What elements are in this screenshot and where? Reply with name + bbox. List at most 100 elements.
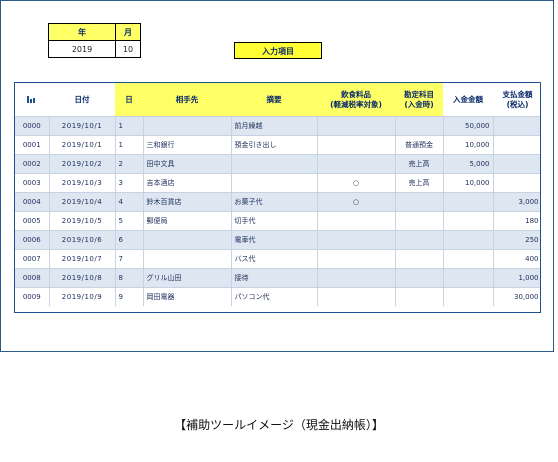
row-food-mark[interactable] xyxy=(317,154,396,174)
row-partner[interactable]: 吉本酒店 xyxy=(143,173,232,193)
row-food-mark[interactable] xyxy=(317,135,396,155)
row-no[interactable]: 0006 xyxy=(15,230,50,250)
row-summary[interactable] xyxy=(231,154,318,174)
no-column-header[interactable] xyxy=(15,83,49,117)
row-account[interactable]: 売上高 xyxy=(395,173,444,193)
row-date[interactable]: 2019/10/6 xyxy=(49,230,116,250)
row-summary[interactable]: 切手代 xyxy=(231,211,318,231)
month-input[interactable]: 10 xyxy=(115,40,141,58)
row-no[interactable]: 0007 xyxy=(15,249,50,269)
row-day[interactable]: 9 xyxy=(115,287,144,306)
year-input[interactable]: 2019 xyxy=(48,40,116,58)
row-deposit[interactable]: 50,000 xyxy=(443,116,494,136)
row-deposit[interactable] xyxy=(443,287,494,306)
row-day[interactable]: 5 xyxy=(115,211,144,231)
row-summary[interactable]: 預金引き出し xyxy=(231,135,318,155)
row-no[interactable]: 0000 xyxy=(15,116,50,136)
row-no[interactable]: 0004 xyxy=(15,192,50,212)
row-date[interactable]: 2019/10/5 xyxy=(49,211,116,231)
row-date[interactable]: 2019/10/1 xyxy=(49,116,116,136)
row-deposit[interactable] xyxy=(443,268,494,288)
row-date[interactable]: 2019/10/8 xyxy=(49,268,116,288)
row-deposit[interactable]: 10,000 xyxy=(443,135,494,155)
row-day[interactable]: 1 xyxy=(115,116,144,136)
row-payment[interactable]: 250 xyxy=(493,230,540,250)
table-row[interactable]: 0003 2019/10/3 3 吉本酒店 ○ 売上高 10,000 xyxy=(15,173,540,193)
row-food-mark[interactable]: ○ xyxy=(317,173,396,193)
row-deposit[interactable]: 10,000 xyxy=(443,173,494,193)
table-row[interactable]: 0004 2019/10/4 4 鈴木百貨店 お菓子代 ○ 3,000 xyxy=(15,192,540,212)
row-account[interactable] xyxy=(395,116,444,136)
row-date[interactable]: 2019/10/7 xyxy=(49,249,116,269)
row-partner[interactable] xyxy=(143,116,232,136)
row-payment[interactable]: 1,000 xyxy=(493,268,540,288)
row-food-mark[interactable] xyxy=(317,211,396,231)
row-summary[interactable]: お菓子代 xyxy=(231,192,318,212)
row-partner[interactable]: 三和銀行 xyxy=(143,135,232,155)
row-no[interactable]: 0005 xyxy=(15,211,50,231)
row-payment[interactable]: 400 xyxy=(493,249,540,269)
row-summary[interactable]: パソコン代 xyxy=(231,287,318,306)
row-account[interactable] xyxy=(395,211,444,231)
row-payment[interactable] xyxy=(493,135,540,155)
row-date[interactable]: 2019/10/4 xyxy=(49,192,116,212)
row-payment[interactable]: 3,000 xyxy=(493,192,540,212)
row-account[interactable] xyxy=(395,192,444,212)
row-deposit[interactable] xyxy=(443,230,494,250)
row-summary[interactable]: 電車代 xyxy=(231,230,318,250)
row-partner[interactable]: 郵便局 xyxy=(143,211,232,231)
row-day[interactable]: 4 xyxy=(115,192,144,212)
row-account[interactable]: 普通預金 xyxy=(395,135,444,155)
row-no[interactable]: 0003 xyxy=(15,173,50,193)
row-partner[interactable]: 田中文具 xyxy=(143,154,232,174)
table-row[interactable]: 0008 2019/10/8 8 グリル山田 接待 1,000 xyxy=(15,268,540,288)
row-deposit[interactable]: 5,000 xyxy=(443,154,494,174)
row-food-mark[interactable] xyxy=(317,249,396,269)
row-summary[interactable] xyxy=(231,173,318,193)
row-date[interactable]: 2019/10/1 xyxy=(49,135,116,155)
table-row[interactable]: 0009 2019/10/9 9 岡田電器 パソコン代 30,000 xyxy=(15,287,540,306)
table-row[interactable]: 0007 2019/10/7 7 バス代 400 xyxy=(15,249,540,269)
row-account[interactable] xyxy=(395,268,444,288)
row-day[interactable]: 1 xyxy=(115,135,144,155)
row-day[interactable]: 6 xyxy=(115,230,144,250)
row-food-mark[interactable]: ○ xyxy=(317,192,396,212)
row-partner[interactable] xyxy=(143,249,232,269)
row-summary[interactable]: 接待 xyxy=(231,268,318,288)
row-no[interactable]: 0008 xyxy=(15,268,50,288)
row-date[interactable]: 2019/10/2 xyxy=(49,154,116,174)
row-food-mark[interactable] xyxy=(317,268,396,288)
row-account[interactable]: 売上高 xyxy=(395,154,444,174)
row-deposit[interactable] xyxy=(443,249,494,269)
table-row[interactable]: 0000 2019/10/1 1 前月繰越 50,000 xyxy=(15,116,540,136)
row-payment[interactable] xyxy=(493,154,540,174)
table-row[interactable]: 0001 2019/10/1 1 三和銀行 預金引き出し 普通預金 10,000 xyxy=(15,135,540,155)
row-deposit[interactable] xyxy=(443,211,494,231)
row-day[interactable]: 8 xyxy=(115,268,144,288)
row-payment[interactable] xyxy=(493,173,540,193)
row-partner[interactable]: グリル山田 xyxy=(143,268,232,288)
row-day[interactable]: 3 xyxy=(115,173,144,193)
row-account[interactable] xyxy=(395,287,444,306)
row-food-mark[interactable] xyxy=(317,287,396,306)
row-payment[interactable] xyxy=(493,116,540,136)
table-row[interactable]: 0002 2019/10/2 2 田中文具 売上高 5,000 xyxy=(15,154,540,174)
row-food-mark[interactable] xyxy=(317,116,396,136)
row-payment[interactable]: 180 xyxy=(493,211,540,231)
row-partner[interactable] xyxy=(143,230,232,250)
row-date[interactable]: 2019/10/3 xyxy=(49,173,116,193)
row-account[interactable] xyxy=(395,249,444,269)
row-summary[interactable]: バス代 xyxy=(231,249,318,269)
row-deposit[interactable] xyxy=(443,192,494,212)
row-no[interactable]: 0009 xyxy=(15,287,50,306)
row-payment[interactable]: 30,000 xyxy=(493,287,540,306)
row-no[interactable]: 0002 xyxy=(15,154,50,174)
table-row[interactable]: 0006 2019/10/6 6 電車代 250 xyxy=(15,230,540,250)
input-item-button[interactable]: 入力項目 xyxy=(234,42,322,59)
row-partner[interactable]: 鈴木百貨店 xyxy=(143,192,232,212)
row-day[interactable]: 2 xyxy=(115,154,144,174)
row-food-mark[interactable] xyxy=(317,230,396,250)
row-account[interactable] xyxy=(395,230,444,250)
row-date[interactable]: 2019/10/9 xyxy=(49,287,116,306)
row-no[interactable]: 0001 xyxy=(15,135,50,155)
